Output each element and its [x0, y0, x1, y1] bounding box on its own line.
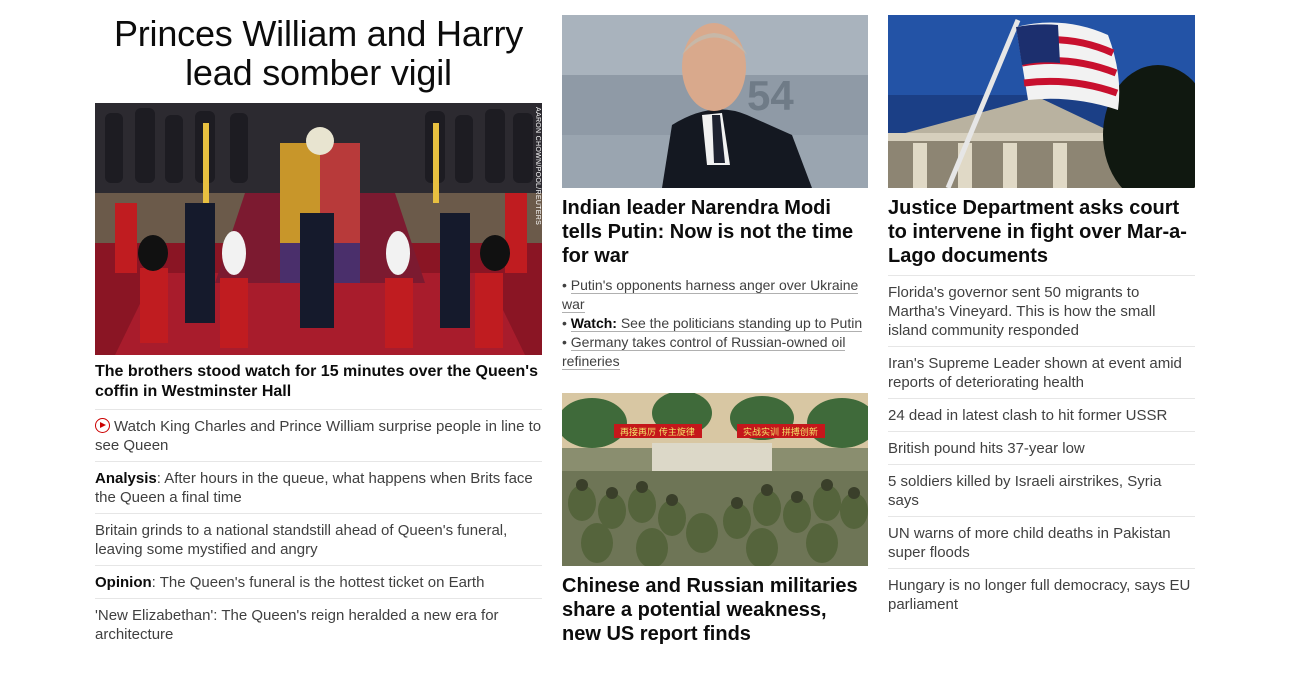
list-item[interactable]: Opinion: The Queen's funeral is the hott… [95, 565, 542, 598]
militaries-headline[interactable]: Chinese and Russian militaries share a p… [562, 574, 868, 646]
list-item[interactable]: 'New Elizabethan': The Queen's reign her… [95, 598, 542, 650]
list-item[interactable]: Analysis: After hours in the queue, what… [95, 461, 542, 513]
flag-photo [888, 15, 1195, 188]
list-item[interactable]: Hungary is no longer full democracy, say… [888, 568, 1195, 620]
list-item[interactable]: Florida's governor sent 50 migrants to M… [888, 275, 1195, 346]
svg-text:54: 54 [747, 72, 794, 119]
putin-photo: 54 [562, 15, 868, 188]
putin-related-list: • Putin's opponents harness anger over U… [562, 276, 868, 371]
list-item[interactable]: British pound hits 37-year low [888, 431, 1195, 464]
list-item[interactable]: • Germany takes control of Russian-owned… [562, 333, 868, 371]
list-item[interactable]: UN warns of more child deaths in Pakista… [888, 516, 1195, 568]
list-item[interactable]: Britain grinds to a national standstill … [95, 513, 542, 565]
putin-image[interactable]: 54 [562, 15, 868, 188]
banner-left-text: 再接再厉 传主旋律 [620, 426, 695, 438]
lead-column: Princes William and Harry lead somber vi… [95, 0, 542, 650]
lead-related-list: Watch King Charles and Prince William su… [95, 409, 542, 650]
flag-image[interactable] [888, 15, 1195, 188]
justice-headline[interactable]: Justice Department asks court to interve… [888, 196, 1195, 275]
play-icon [95, 418, 110, 433]
banner-right-text: 实战实训 拼搏创新 [743, 426, 818, 438]
list-item[interactable]: • Watch: See the politicians standing up… [562, 314, 868, 333]
vigil-image[interactable]: AARON CHOWN/POOL/REUTERS [95, 103, 542, 355]
vigil-photo [95, 103, 542, 355]
modi-putin-headline[interactable]: Indian leader Narendra Modi tells Putin:… [562, 196, 868, 268]
image-credit: AARON CHOWN/POOL/REUTERS [534, 107, 541, 226]
right-headline-list: Florida's governor sent 50 migrants to M… [888, 275, 1195, 620]
list-item[interactable]: • Putin's opponents harness anger over U… [562, 276, 868, 314]
list-item[interactable]: Iran's Supreme Leader shown at event ami… [888, 346, 1195, 398]
lead-headline[interactable]: Princes William and Harry lead somber vi… [95, 14, 542, 92]
militaries-image[interactable]: 再接再厉 传主旋律 实战实训 拼搏创新 [562, 393, 868, 566]
middle-column: 54 Indian leader Narendra Modi tells Put… [562, 0, 868, 646]
list-item[interactable]: 24 dead in latest clash to hit former US… [888, 398, 1195, 431]
soldiers-photo: 再接再厉 传主旋律 实战实训 拼搏创新 [562, 393, 868, 566]
right-column: Justice Department asks court to interve… [888, 0, 1195, 620]
lead-subhead[interactable]: The brothers stood watch for 15 minutes … [95, 362, 542, 409]
list-item[interactable]: Watch King Charles and Prince William su… [95, 409, 542, 461]
list-item[interactable]: 5 soldiers killed by Israeli airstrikes,… [888, 464, 1195, 516]
